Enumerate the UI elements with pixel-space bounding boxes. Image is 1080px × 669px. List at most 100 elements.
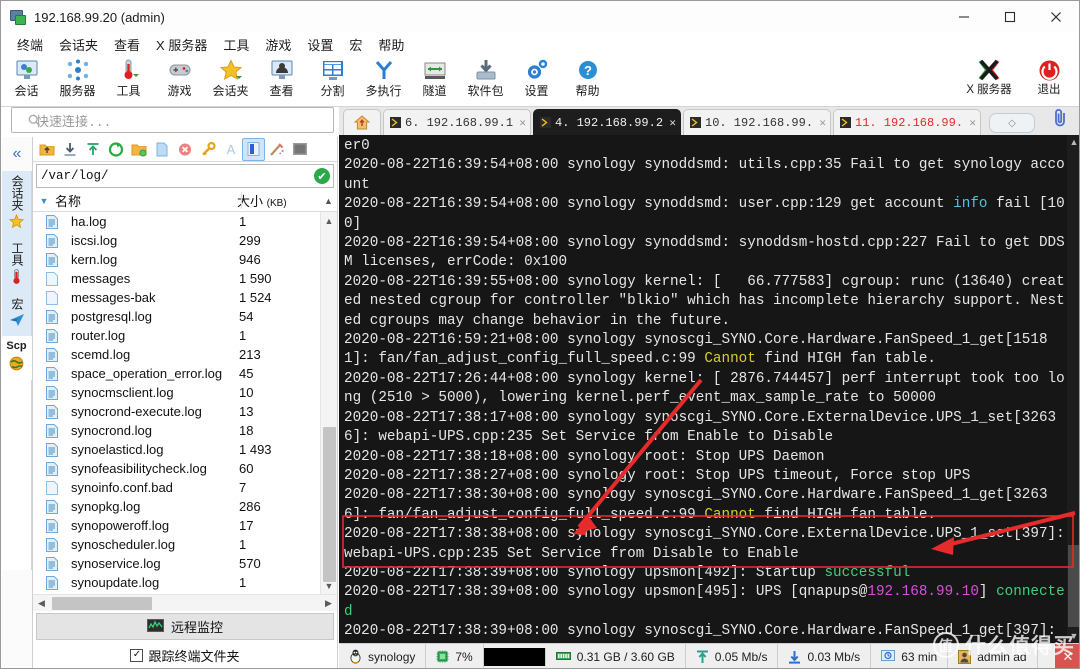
terminal-output[interactable]: er0 2020-08-22T16:39:54+08:00 synology sy… (339, 135, 1079, 643)
follow-terminal-folder-checkbox[interactable]: ✓ (130, 648, 144, 662)
menu-view[interactable]: 查看 (106, 33, 148, 56)
status-memory[interactable]: 0.31 GB / 3.60 GB (546, 643, 686, 668)
ribbon-button-split[interactable]: 分割 (307, 55, 358, 105)
session-tab-close-icon[interactable]: ✕ (669, 116, 676, 130)
file-row[interactable]: syslog.log17 (33, 592, 337, 594)
scroll-up-arrow[interactable]: ▲ (321, 212, 338, 229)
file-row[interactable]: synocrond-execute.log 13 (33, 402, 337, 421)
session-tab[interactable]: 6. 192.168.99.10 ✕ (383, 109, 531, 135)
collapse-sidebar-button[interactable]: « (2, 137, 32, 171)
rail-tab-item2[interactable]: 宏 (2, 294, 32, 336)
session-tab[interactable]: 11. 192.168.99.20 ✕ (833, 109, 981, 135)
terminal-scroll-down-arrow[interactable]: ▼ (1067, 629, 1079, 643)
menu-terminal[interactable]: 终端 (9, 33, 51, 56)
new-file-icon[interactable] (150, 138, 173, 161)
scroll-right-arrow[interactable]: ▶ (320, 598, 337, 609)
header-scroll-up-icon[interactable]: ▲ (320, 196, 337, 206)
file-row[interactable]: synopkg.log 286 (33, 497, 337, 516)
sftp-file-list[interactable]: ha.log 1 iscsi.log 299 kern.log 946 messages 1 … (33, 212, 337, 594)
status-download[interactable]: 0.03 Mb/s (778, 643, 872, 668)
session-tab[interactable]: 10. 192.168.99.20 ✕ (683, 109, 831, 135)
refresh-icon[interactable] (104, 138, 127, 161)
file-row[interactable]: synoelasticd.log 1 493 (33, 440, 337, 459)
file-list-vertical-scrollbar[interactable]: ▲ ▼ (320, 212, 337, 594)
quick-connect-box[interactable]: 快速连接... (11, 107, 334, 133)
terminal-scrollbar[interactable]: ▲ ▼ (1067, 135, 1079, 643)
delete-icon[interactable] (173, 138, 196, 161)
ribbon-xserver-button[interactable]: X 服务器 (959, 55, 1019, 105)
new-tab-button[interactable]: ◇ (989, 113, 1035, 133)
file-row[interactable]: messages 1 590 (33, 269, 337, 288)
status-close-button[interactable]: ✕ (1055, 643, 1079, 668)
binary-mode-icon[interactable] (242, 137, 265, 161)
permissions-icon[interactable] (196, 138, 219, 161)
rail-tab-item0[interactable]: 会话夹 (2, 171, 32, 238)
ribbon-button-packages[interactable]: 软件包 (460, 55, 511, 105)
file-row[interactable]: scemd.log 213 (33, 345, 337, 364)
file-row[interactable]: router.log 1 (33, 326, 337, 345)
menu-sessions[interactable]: 会话夹 (51, 33, 106, 56)
terminal-scroll-up-arrow[interactable]: ▲ (1067, 135, 1079, 149)
session-tab[interactable]: 4. 192.168.99.20 ✕ (533, 109, 681, 135)
menu-tools[interactable]: 工具 (215, 33, 257, 56)
file-row[interactable]: kern.log 946 (33, 250, 337, 269)
file-row[interactable]: synocmsclient.log 10 (33, 383, 337, 402)
paperclip-icon[interactable] (1052, 108, 1069, 132)
file-row[interactable]: iscsi.log 299 (33, 231, 337, 250)
scroll-left-arrow[interactable]: ◀ (33, 598, 50, 609)
scroll-thumb[interactable] (323, 427, 336, 582)
menu-macro[interactable]: 宏 (341, 33, 370, 56)
hscroll-thumb[interactable] (52, 596, 152, 610)
status-uptime[interactable]: 63 min (871, 643, 949, 668)
ribbon-button-tunneling[interactable]: 隧道 (409, 55, 460, 105)
sftp-path-bar[interactable]: /var/log/ ✔ (36, 164, 334, 188)
file-row[interactable]: synocrond.log 18 (33, 421, 337, 440)
terminal-scroll-thumb[interactable] (1068, 545, 1079, 627)
file-row[interactable]: postgresql.log 54 (33, 307, 337, 326)
file-row[interactable]: messages-bak 1 524 (33, 288, 337, 307)
file-row[interactable]: ha.log 1 (33, 212, 337, 231)
menu-settings[interactable]: 设置 (299, 33, 341, 56)
ribbon-button-session[interactable]: 会话 (1, 55, 52, 105)
ribbon-exit-button[interactable]: 退出 (1019, 55, 1079, 105)
status-upload[interactable]: 0.05 Mb/s (686, 643, 779, 668)
status-cpu[interactable]: 7% (426, 643, 484, 668)
ribbon-button-games[interactable]: 游戏 (154, 55, 205, 105)
column-header-size[interactable]: 大小 (KB) (237, 191, 320, 210)
file-row[interactable]: synofeasibilitycheck.log 60 (33, 459, 337, 478)
file-row[interactable]: synoinfo.conf.bad 7 (33, 478, 337, 497)
file-row[interactable]: synoscheduler.log 1 (33, 535, 337, 554)
ribbon-button-help[interactable]: ? 帮助 (562, 55, 613, 105)
status-user[interactable]: admin ad (948, 643, 1038, 668)
session-tab-close-icon[interactable]: ✕ (969, 116, 976, 130)
file-row[interactable]: synoservice.log 570 (33, 554, 337, 573)
file-row[interactable]: space_operation_error.log 45 (33, 364, 337, 383)
text-mode-icon[interactable]: A (219, 138, 242, 161)
ribbon-button-multiexec[interactable]: 多执行 (358, 55, 409, 105)
status-host[interactable]: synology (339, 643, 427, 668)
ribbon-button-view[interactable]: 查看 (256, 55, 307, 105)
follow-terminal-folder-row[interactable]: ✓ 跟踪终端文件夹 (33, 642, 337, 668)
sort-caret-icon[interactable]: ▼ (33, 196, 55, 206)
file-row[interactable]: synoupdate.log 1 (33, 573, 337, 592)
rail-tab-item1[interactable]: 工具 (2, 238, 32, 294)
scroll-down-arrow[interactable]: ▼ (321, 577, 338, 594)
terminal-icon[interactable] (288, 138, 311, 161)
file-list-horizontal-scrollbar[interactable]: ◀ ▶ (33, 594, 337, 611)
menu-games[interactable]: 游戏 (257, 33, 299, 56)
download-icon[interactable] (58, 138, 81, 161)
upload-icon[interactable] (81, 138, 104, 161)
ribbon-button-servers[interactable]: 服务器 (52, 55, 103, 105)
up-folder-icon[interactable] (35, 138, 58, 161)
column-header-name[interactable]: 名称 (55, 191, 237, 210)
ribbon-button-tools[interactable]: 工具 (103, 55, 154, 105)
menu-help[interactable]: 帮助 (370, 33, 412, 56)
session-tab-close-icon[interactable]: ✕ (519, 116, 526, 130)
remote-monitoring-button[interactable]: 远程监控 (36, 613, 334, 640)
ribbon-button-settings[interactable]: 设置 (511, 55, 562, 105)
file-row[interactable]: synopoweroff.log 17 (33, 516, 337, 535)
maximize-button[interactable] (987, 1, 1033, 33)
minimize-button[interactable] (941, 1, 987, 33)
edit-icon[interactable] (265, 138, 288, 161)
rail-tab-scp[interactable]: Scp (2, 336, 32, 380)
